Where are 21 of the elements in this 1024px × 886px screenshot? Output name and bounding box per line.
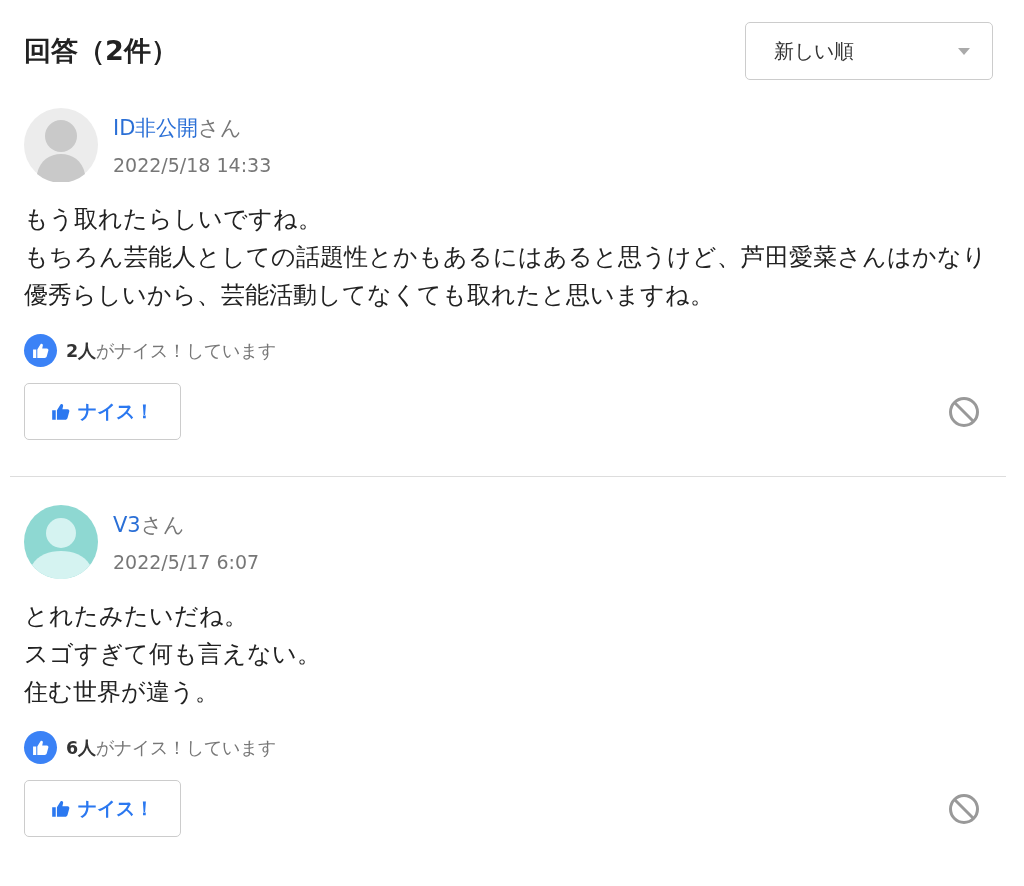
post-date: 2022/5/17 6:07	[113, 551, 260, 573]
honorific: さん	[140, 513, 185, 537]
user-name-link[interactable]: ID非公開	[113, 116, 199, 140]
thumbs-up-icon	[51, 402, 70, 421]
answer-text: もう取れたらしいですね。	[24, 204, 323, 235]
block-icon[interactable]	[948, 395, 980, 428]
nice-button[interactable]: ナイス！	[24, 383, 181, 440]
user-name-link[interactable]: V3	[113, 513, 141, 537]
answer-text: スゴすぎて何も言えない。	[24, 639, 322, 670]
nice-button[interactable]: ナイス！	[24, 780, 181, 837]
nice-count: 2人がナイス！しています	[66, 339, 277, 363]
post-date: 2022/5/18 14:33	[113, 154, 272, 176]
sort-dropdown[interactable]: 新しい順	[745, 22, 993, 80]
answer-text: もちろん芸能人としての話題性とかもあるにはあると思うけど、芦田愛菜さんはかなり優秀らしいから、芸能活動してなくても取れたと思いますね。	[24, 242, 988, 311]
answers-heading: 回答（2件）	[24, 34, 178, 68]
answer-text: とれたみたいだね。	[24, 601, 249, 632]
nice-count: 6人がナイス！しています	[66, 736, 277, 760]
honorific: さん	[198, 116, 243, 140]
answer-text: 住む世界が違う。	[24, 677, 220, 708]
thumbs-up-icon	[51, 799, 70, 818]
block-icon[interactable]	[948, 792, 980, 825]
